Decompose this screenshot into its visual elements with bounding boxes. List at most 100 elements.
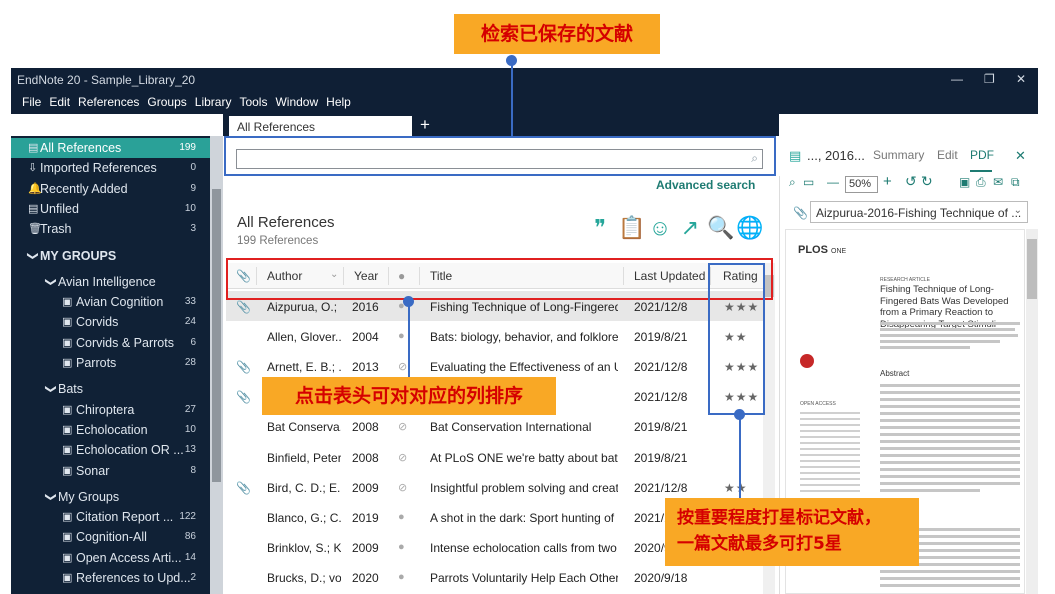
rotate-right-icon[interactable]: ↻: [921, 173, 933, 190]
sidebar-group[interactable]: ▣ Parrots 28: [11, 353, 210, 373]
minimize-icon[interactable]: —: [951, 72, 963, 86]
comment-icon[interactable]: ▭: [803, 175, 814, 189]
reference-book-icon: ▤: [789, 148, 802, 163]
author-cell: Brinklov, S.; K...: [267, 540, 341, 555]
folder-icon: ▣: [62, 444, 73, 457]
folder-icon: ▣: [62, 357, 73, 369]
sidebar-group[interactable]: ▣ Corvids 24: [11, 312, 210, 332]
connector-line: [408, 303, 410, 377]
table-row[interactable]: Allen, Glover... 2004 ● Bats: biology, beha…: [226, 321, 763, 351]
folder-icon: ▣: [62, 511, 73, 524]
sidebar-group[interactable]: ▣ Echolocation 10: [11, 420, 210, 440]
connector-line: [739, 415, 741, 498]
find-pdf-icon[interactable]: 🔍: [707, 215, 734, 241]
restore-icon[interactable]: ❐: [984, 72, 995, 86]
sidebar-group[interactable]: ▣ Echolocation OR ... 13: [11, 440, 210, 460]
header-highlight-box: [226, 258, 773, 300]
tab-summary[interactable]: Summary: [873, 148, 924, 162]
group-set[interactable]: ❯ Avian Intelligence: [11, 272, 210, 292]
year-cell: 2004: [352, 330, 379, 345]
book-icon: ▤: [28, 142, 39, 154]
count-badge: 122: [179, 511, 196, 523]
updated-cell: 2019/8/21: [634, 330, 688, 345]
sidebar-group[interactable]: ▣ Chiroptera 27: [11, 400, 210, 420]
insert-citation-icon[interactable]: ❞: [588, 215, 612, 241]
sidebar-label: Imported References: [40, 161, 157, 176]
pdf-file-select[interactable]: Aizpurua-2016-Fishing Technique of ... ⌄: [810, 201, 1028, 223]
tab-all-references[interactable]: All References: [229, 116, 412, 136]
group-set[interactable]: ❯ Bats: [11, 379, 210, 399]
menu-item-file[interactable]: File: [22, 95, 41, 109]
print-icon[interactable]: ⎙: [976, 175, 986, 190]
count-badge: 27: [184, 403, 196, 415]
zoom-in-icon[interactable]: +: [883, 173, 892, 190]
search-highlight-box: [224, 136, 776, 176]
title-bar: EndNote 20 - Sample_Library_20 — ❐ ✕: [11, 68, 1038, 92]
sidebar-item-trash[interactable]: 🗑 Trash 3: [11, 219, 210, 239]
sidebar-item-recently-added[interactable]: 🔔 Recently Added 9: [11, 179, 210, 199]
share-icon[interactable]: ↗: [678, 215, 702, 241]
author-cell: Allen, Glover...: [267, 330, 341, 345]
updated-cell: 2021/12/8: [634, 480, 688, 495]
menu-item-references[interactable]: References: [78, 95, 139, 109]
sidebar-label: Corvids & Parrots: [76, 335, 174, 350]
add-reference-icon[interactable]: ☺: [648, 215, 672, 241]
sidebar-group[interactable]: ▣ Open Access Arti... 14: [11, 548, 210, 568]
menu-item-window[interactable]: Window: [275, 95, 318, 109]
sidebar-group[interactable]: ▣ Citation Report ... 122: [11, 507, 210, 527]
zoom-out-icon[interactable]: —: [827, 175, 839, 189]
count-badge: 9: [190, 182, 196, 194]
sidebar-group[interactable]: ▣ References to Upd... 2: [11, 568, 210, 588]
sidebar-group[interactable]: ▣ Avian Cognition 33: [11, 292, 210, 312]
read-status-icon: ⊘: [398, 481, 408, 494]
sidebar-item-all-references[interactable]: ▤ All References 199: [11, 138, 210, 158]
zoom-field[interactable]: 50%: [845, 176, 878, 193]
year-cell: 2013: [352, 360, 379, 375]
pdf-scrollbar[interactable]: [1026, 229, 1038, 594]
chevron-down-icon: ⌄: [1013, 205, 1022, 216]
sidebar-group[interactable]: ▣ Cognition-All 86: [11, 527, 210, 547]
folder-icon: ▣: [62, 551, 73, 564]
sidebar-scrollbar[interactable]: [210, 136, 223, 594]
read-status-icon: ⊘: [398, 451, 408, 464]
add-tab-icon[interactable]: +: [420, 115, 430, 135]
count-badge: 199: [179, 142, 196, 153]
crossmark-icon: [800, 354, 814, 368]
sidebar-item-unfiled[interactable]: ▤ Unfiled 10: [11, 199, 210, 219]
menu-item-tools[interactable]: Tools: [239, 95, 267, 109]
rating-cell[interactable]: ★★: [724, 481, 748, 495]
sidebar-group[interactable]: ▣ Sonar 8: [11, 461, 210, 481]
pdf-search-icon[interactable]: ⌕: [789, 175, 796, 190]
advanced-search-link[interactable]: Advanced search: [656, 178, 755, 192]
rotate-left-icon[interactable]: ↺: [905, 173, 917, 190]
tab-pdf[interactable]: PDF: [970, 148, 994, 162]
group-set[interactable]: ❯ My Groups: [11, 487, 210, 507]
table-row[interactable]: Binfield, Peter 2008 ⊘ At PLoS ONE we're ba…: [226, 442, 763, 472]
author-cell: Aizpurua, O.; ...: [267, 300, 341, 314]
year-cell: 2020: [352, 570, 379, 585]
my-groups-header[interactable]: ❯ MY GROUPS: [11, 246, 210, 266]
menu-item-library[interactable]: Library: [195, 95, 232, 109]
close-panel-icon[interactable]: ✕: [1015, 148, 1026, 164]
table-row[interactable]: Bat Conserva... 2008 ⊘ Bat Conservation Int…: [226, 411, 763, 441]
table-row[interactable]: Brucks, D.; vo... 2020 ● Parrots Voluntaril…: [226, 562, 763, 592]
close-window-icon[interactable]: ✕: [1016, 72, 1026, 86]
clipboard-icon[interactable]: 📋: [618, 215, 645, 241]
menu-item-groups[interactable]: Groups: [147, 95, 186, 109]
count-badge: 14: [184, 551, 196, 563]
save-icon[interactable]: ▣: [959, 175, 970, 189]
online-search-icon[interactable]: 🌐: [736, 215, 763, 241]
tab-edit[interactable]: Edit: [937, 148, 958, 162]
menu-item-help[interactable]: Help: [326, 95, 351, 109]
open-external-icon[interactable]: ⧉: [1011, 175, 1020, 190]
year-cell: 2016: [352, 300, 379, 314]
sidebar-item-imported-references[interactable]: ⇩ Imported References 0: [11, 158, 210, 178]
pdf-abstract-heading: Abstract: [880, 369, 910, 378]
count-badge: 8: [190, 464, 196, 476]
sidebar-group[interactable]: ▣ Corvids & Parrots 6: [11, 333, 210, 353]
title-cell: A shot in the dark: Sport hunting of d..…: [430, 510, 618, 525]
folder-icon: ▣: [62, 464, 73, 477]
email-icon[interactable]: ✉: [993, 175, 1003, 189]
author-cell: Binfield, Peter: [267, 450, 341, 465]
menu-item-edit[interactable]: Edit: [49, 95, 70, 109]
